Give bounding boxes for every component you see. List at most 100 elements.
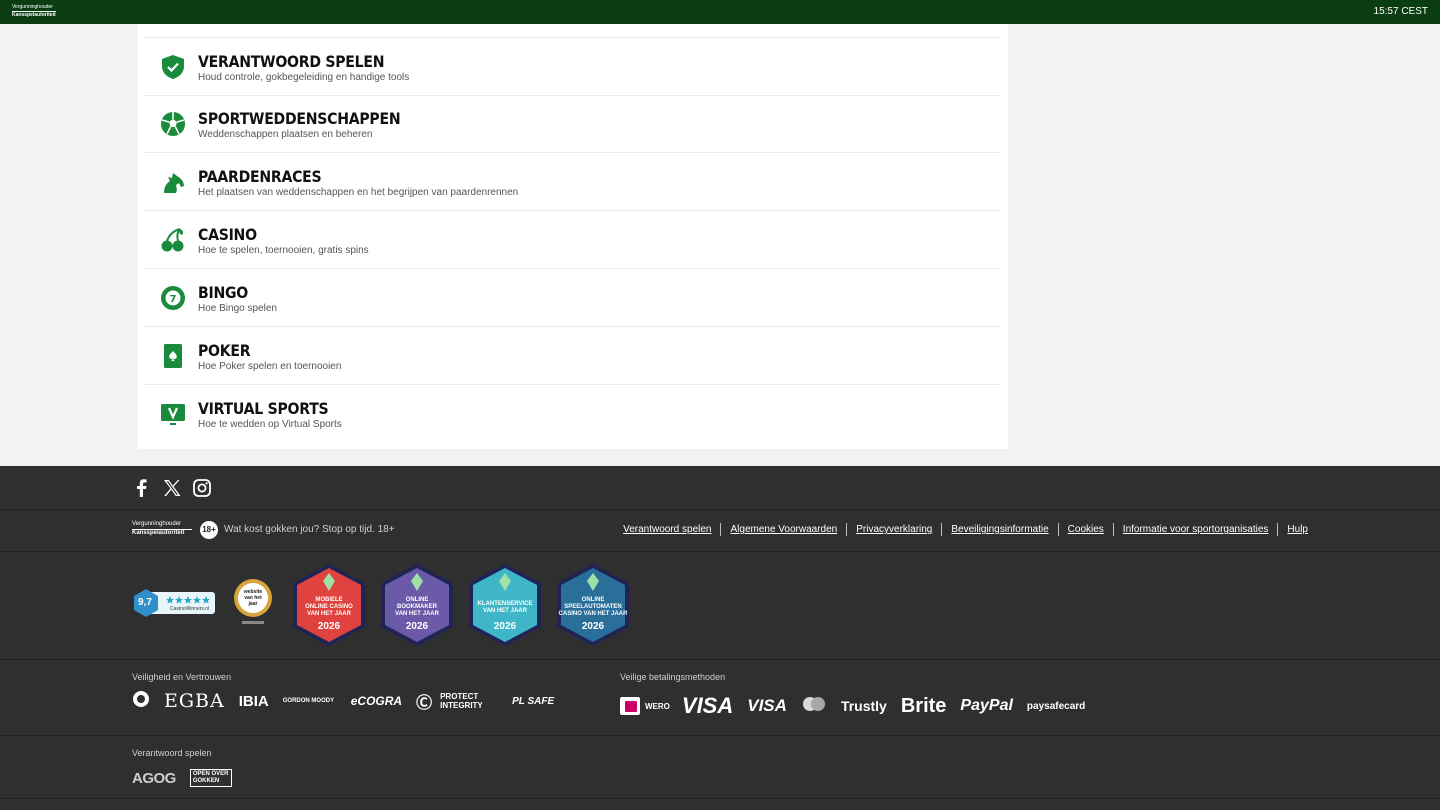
award-title: MOBIELE ONLINE CASINO VAN HET JAAR (305, 597, 353, 617)
help-item-subtitle: Hoe Poker spelen en toernooien (198, 361, 342, 372)
facebook-icon[interactable] (132, 478, 152, 498)
regulator-line2: Kansspelautoriteit (132, 530, 185, 536)
help-item-title: CASINO (198, 225, 257, 244)
open-over-gokken-logo: OPEN OVER GOKKEN (189, 769, 232, 787)
link-hulp[interactable]: Hulp (1277, 523, 1308, 536)
previous-item-edge (144, 24, 1001, 38)
visa-electron-logo: VISA (747, 696, 787, 715)
playing-card-icon (164, 344, 182, 368)
link-privacyverklaring[interactable]: Privacyverklaring (846, 523, 941, 536)
regulator-logo-footer: Vergunninghouder Kansspelautoriteit (132, 521, 192, 540)
responsible-label: Verantwoord spelen (132, 748, 212, 758)
regulator-line2: Kansspelautoriteit (12, 12, 56, 18)
help-item-casino[interactable]: CASINO Hoe te spelen, toernooien, gratis… (144, 212, 1001, 269)
footer-divider (0, 659, 1440, 660)
help-item-subtitle: Hoe te wedden op Virtual Sports (198, 419, 342, 430)
top-bar: Vergunninghouder Kansspelautoriteit 15:5… (0, 0, 1440, 24)
pl-safe-logo: PL SAFE (512, 695, 555, 707)
footer-divider (0, 551, 1440, 552)
payment-label: Veilige betalingsmethoden (620, 672, 726, 682)
help-item-virtual-sports[interactable]: VIRTUAL SPORTS Hoe te wedden op Virtual … (144, 386, 1001, 443)
footer-links: Verantwoord spelen Algemene Voorwaarden … (614, 523, 1308, 536)
svg-text:7: 7 (170, 294, 177, 305)
paysafecard-logo: paysafecard (1026, 700, 1086, 712)
trust-seal-icon (132, 690, 150, 713)
footer-divider (0, 735, 1440, 736)
help-item-verantwoord-spelen[interactable]: VERANTWOORD SPELEN Houd controle, gokbeg… (144, 39, 1001, 96)
help-item-paardenraces[interactable]: PAARDENRACES Het plaatsen van weddenscha… (144, 154, 1001, 211)
payment-logos: WERO VISA VISA Trustly Brite PayPal pays… (620, 693, 1099, 718)
rating-score: 9,7 (138, 597, 152, 608)
award-year: 2026 (493, 621, 517, 632)
brite-logo: Brite (900, 694, 947, 717)
help-item-subtitle: Het plaatsen van weddenschappen en het b… (198, 187, 519, 198)
link-verantwoord-spelen[interactable]: Verantwoord spelen (614, 523, 720, 536)
award-title: ONLINE BOOKMAKER VAN HET JAAR (395, 597, 439, 617)
ideal-icon (620, 697, 640, 715)
award-year: 2026 (405, 621, 429, 632)
agog-logo: AGOG (132, 769, 176, 787)
rating-site: CasinoWinners.nl (170, 606, 210, 612)
help-item-title: POKER (198, 341, 251, 360)
help-topic-list: VERANTWOORD SPELEN Houd controle, gokbeg… (138, 24, 1008, 449)
help-item-poker[interactable]: POKER Hoe Poker spelen en toernooien (144, 328, 1001, 385)
link-algemene-voorwaarden[interactable]: Algemene Voorwaarden (720, 523, 846, 536)
link-cookies[interactable]: Cookies (1057, 523, 1113, 536)
protect-integrity-logo: PROTECT INTEGRITY (440, 692, 483, 710)
age-18-badge: 18+ (200, 521, 218, 539)
instagram-icon[interactable] (192, 478, 212, 498)
trustly-logo: Trustly (840, 698, 887, 714)
responsible-logos: AGOG OPEN OVER GOKKEN (132, 766, 246, 790)
regulator-line1: Vergunninghouder (12, 4, 56, 12)
mastercard-icon (801, 696, 827, 717)
horse-icon (164, 173, 184, 193)
help-item-bingo[interactable]: 7 BINGO Hoe Bingo spelen (144, 270, 1001, 327)
gordon-moody-logo: GORDON MOODY (282, 697, 335, 704)
footer: Vergunninghouder Kansspelautoriteit 18+ … (0, 466, 1440, 810)
help-item-subtitle: Weddenschappen plaatsen en beheren (198, 129, 373, 140)
award-badge-online-bookmaker[interactable]: ONLINE BOOKMAKER VAN HET JAAR 2026 (378, 563, 456, 647)
regulator-line1: Vergunninghouder (132, 521, 192, 530)
help-item-title: PAARDENRACES (198, 167, 322, 186)
help-item-subtitle: Houd controle, gokbegeleiding en handige… (198, 72, 410, 83)
award-badge-klantenservice[interactable]: KLANTENSERVICE VAN HET JAAR 2026 (466, 563, 544, 647)
shield-check-icon (162, 55, 184, 79)
virtual-screen-icon (161, 404, 185, 425)
egba-logo: EGBA (164, 690, 225, 712)
link-beveiligingsinformatie[interactable]: Beveiligingsinformatie (941, 523, 1057, 536)
award-title: ONLINE SPEELAUTOMATEN CASINO VAN HET JAAR (558, 597, 628, 617)
website-award-text: website van het jaar (243, 589, 263, 607)
award-title: KLANTENSERVICE VAN HET JAAR (477, 601, 533, 614)
help-item-title: SPORTWEDDENSCHAPPEN (198, 109, 401, 128)
award-badge-speelautomaten[interactable]: ONLINE SPEELAUTOMATEN CASINO VAN HET JAAR … (554, 563, 632, 647)
paypal-logo: PayPal (960, 697, 1013, 714)
help-item-sportweddenschappen[interactable]: SPORTWEDDENSCHAPPEN Weddenschappen plaat… (144, 96, 1001, 153)
age-message: Wat kost gokken jou? Stop op tijd. 18+ (224, 524, 395, 535)
trust-logos: EGBA IBIA GORDON MOODY eCOGRA Ⓒ PROTECT … (132, 689, 568, 713)
help-item-subtitle: Hoe Bingo spelen (198, 303, 277, 314)
wero-label: WERO (645, 701, 670, 711)
trust-label: Veiligheid en Vertrouwen (132, 672, 232, 682)
ecogra-logo: eCOGRA (350, 694, 403, 708)
football-icon (161, 112, 185, 136)
visa-logo: VISA (681, 693, 734, 718)
cherries-icon (161, 228, 184, 252)
link-sportorganisaties[interactable]: Informatie voor sportorganisaties (1112, 523, 1278, 536)
help-item-title: VERANTWOORD SPELEN (198, 52, 385, 71)
x-icon[interactable] (162, 478, 182, 498)
ideal-wero-logo: WERO (620, 697, 670, 715)
clock: 15:57 CEST (1373, 6, 1428, 17)
help-item-subtitle: Hoe te spelen, toernooien, gratis spins (198, 245, 369, 256)
website-van-het-jaar-badge[interactable]: website van het jaar (232, 577, 274, 627)
footer-divider (0, 798, 1440, 799)
regulator-logo: Vergunninghouder Kansspelautoriteit (12, 4, 56, 20)
bingo-ball-icon: 7 (161, 286, 185, 310)
award-badge-mobiele-casino[interactable]: MOBIELE ONLINE CASINO VAN HET JAAR 2026 (290, 563, 368, 647)
help-item-title: BINGO (198, 283, 248, 302)
award-year: 2026 (581, 621, 605, 632)
award-year: 2026 (317, 621, 341, 632)
c-logo-icon: Ⓒ (416, 695, 433, 712)
rating-badge[interactable]: 9,7 CasinoWinners.nl (132, 589, 216, 617)
help-item-title: VIRTUAL SPORTS (198, 399, 329, 418)
footer-divider (0, 509, 1440, 510)
